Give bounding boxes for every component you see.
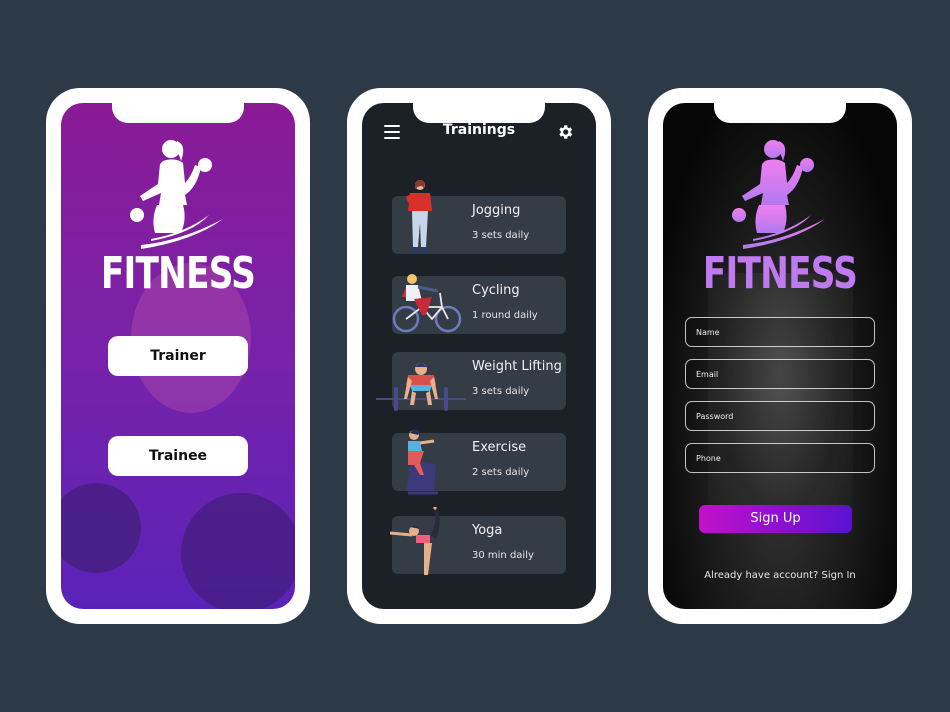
signup-screen: FITNESS Name Email Password Phone Sign U…	[663, 103, 897, 609]
fitness-woman-logo-icon	[130, 140, 223, 249]
training-detail: 30 min daily	[472, 550, 534, 561]
training-name: Cycling	[472, 283, 520, 298]
training-detail: 3 sets daily	[472, 386, 530, 397]
trainings-screen: Trainings Jogging 3 sets daily Cycling 1…	[362, 103, 596, 609]
training-name: Yoga	[472, 523, 503, 538]
training-detail: 3 sets daily	[472, 230, 530, 241]
name-field[interactable]: Name	[685, 317, 875, 347]
dumbbell-shape	[181, 493, 295, 609]
training-name: Jogging	[472, 203, 521, 218]
email-field[interactable]: Email	[685, 359, 875, 389]
weightlifter-illustration	[376, 363, 466, 411]
training-name: Weight Lifting	[472, 359, 562, 374]
gear-icon[interactable]	[556, 123, 574, 141]
phone-notch	[413, 103, 545, 123]
cycling-woman-illustration	[392, 274, 462, 333]
phone-notch	[112, 103, 244, 123]
training-name: Exercise	[472, 440, 527, 455]
phone-field[interactable]: Phone	[685, 443, 875, 473]
phone-signup: FITNESS Name Email Password Phone Sign U…	[648, 88, 912, 624]
dumbbell-shape	[61, 483, 141, 573]
phone-trainings: Trainings Jogging 3 sets daily Cycling 1…	[347, 88, 611, 624]
fitness-logo-text: FITNESS	[702, 248, 858, 299]
password-field[interactable]: Password	[685, 401, 875, 431]
phone-notch	[714, 103, 846, 123]
phone-role-select: FITNESS Trainer Trainee	[46, 88, 310, 624]
training-detail: 2 sets daily	[472, 467, 530, 478]
fitness-woman-logo-icon	[732, 140, 825, 249]
sign-up-button[interactable]: Sign Up	[699, 505, 852, 533]
yoga-pose-illustration	[390, 507, 440, 575]
trainee-button[interactable]: Trainee	[108, 436, 248, 476]
training-detail: 1 round daily	[472, 310, 538, 321]
role-select-screen: FITNESS Trainer Trainee	[61, 103, 295, 609]
exercise-bike-illustration	[406, 429, 438, 495]
jogging-woman-illustration	[406, 180, 432, 253]
fitness-logo-text: FITNESS	[100, 248, 256, 299]
sign-in-link[interactable]: Already have account? Sign In	[663, 570, 897, 581]
trainer-button[interactable]: Trainer	[108, 336, 248, 376]
